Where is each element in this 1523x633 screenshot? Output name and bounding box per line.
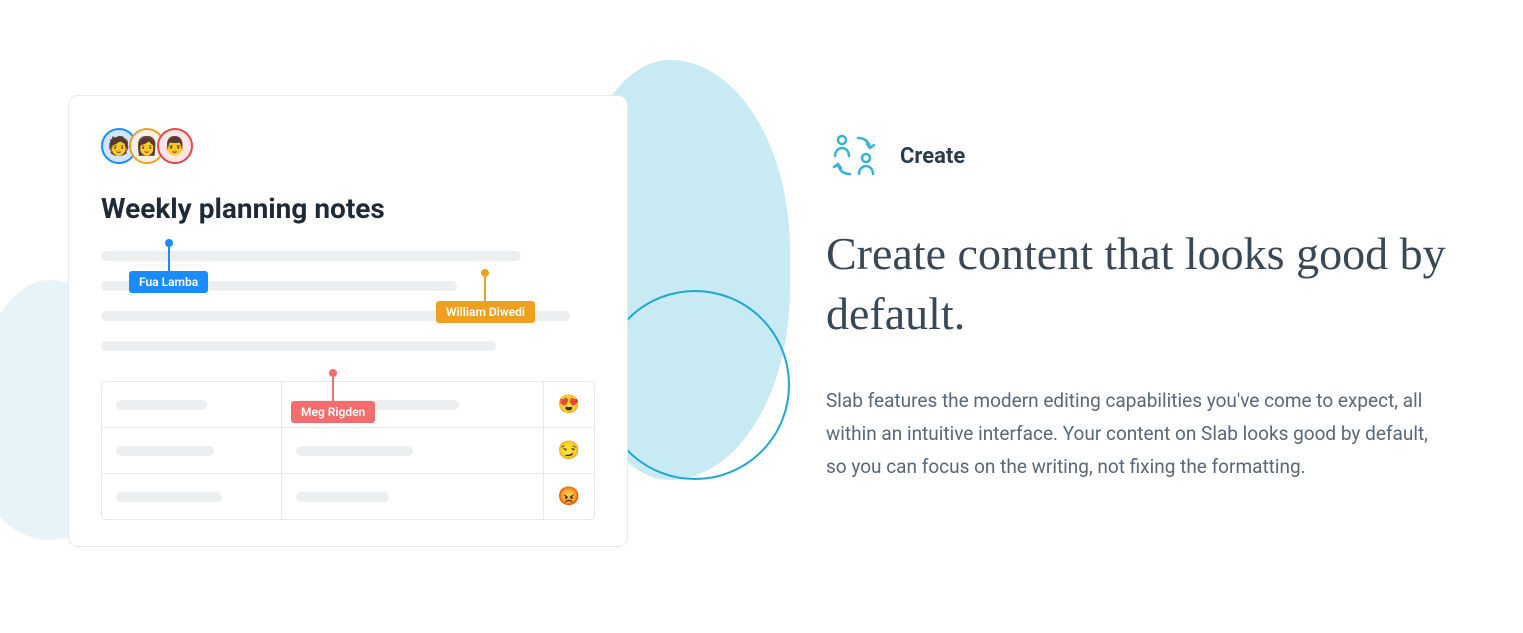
collaboration-icon xyxy=(826,128,882,184)
editor-card-illustration: 🧑 👩 👨 Weekly planning notes Fua Lamba Wi… xyxy=(68,95,628,547)
feature-body-text: Slab features the modern editing capabil… xyxy=(826,384,1446,484)
cursor-dot-icon xyxy=(481,269,489,277)
avatar-group: 🧑 👩 👨 xyxy=(101,128,595,164)
emoji-icon: 😏 xyxy=(544,428,594,473)
collaborator-cursor: Fua Lamba xyxy=(129,239,208,293)
cursor-dot-icon xyxy=(329,369,337,377)
cursor-label: Meg Rigden xyxy=(291,401,375,423)
text-placeholder-lines: Fua Lamba William Diwedi xyxy=(101,251,595,351)
feature-headline: Create content that looks good by defaul… xyxy=(826,224,1446,344)
collaborator-cursor: Meg Rigden xyxy=(291,369,375,423)
cursor-dot-icon xyxy=(165,239,173,247)
document-title: Weekly planning notes xyxy=(101,192,595,225)
table-row: 😡 xyxy=(102,474,594,519)
decorative-circle xyxy=(600,290,790,480)
collaborator-cursor: William Diwedi xyxy=(436,269,535,323)
emoji-icon: 😡 xyxy=(544,474,594,519)
emoji-icon: 😍 xyxy=(544,382,594,427)
cursor-label: Fua Lamba xyxy=(129,271,208,293)
table-row: 😏 xyxy=(102,428,594,474)
section-header: Create xyxy=(826,128,1446,184)
avatar: 👨 xyxy=(157,128,193,164)
section-label: Create xyxy=(900,144,965,169)
feature-description: Create Create content that looks good by… xyxy=(826,128,1446,483)
cursor-label: William Diwedi xyxy=(436,301,535,323)
